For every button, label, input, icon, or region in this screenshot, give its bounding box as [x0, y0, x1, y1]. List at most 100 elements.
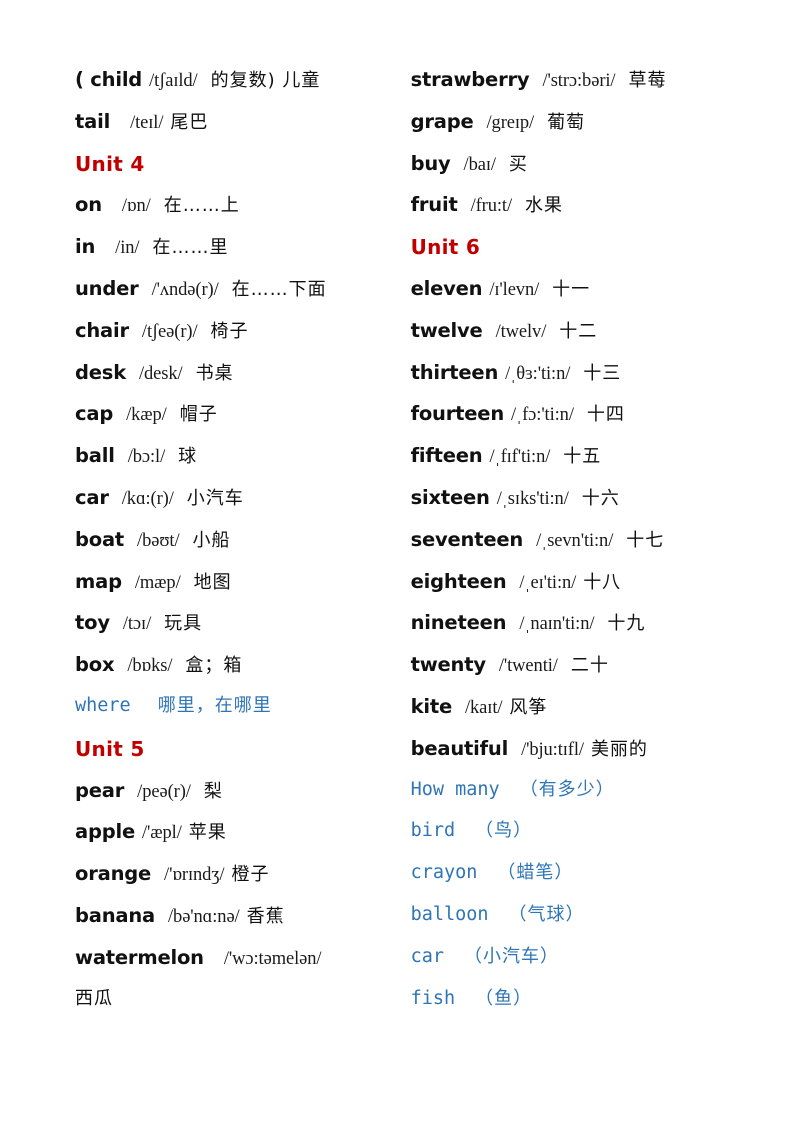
entry-chinese: 风筝 — [509, 696, 548, 718]
vocab-entry-strawberry: strawberry /'strɔ:bəri/草莓 — [411, 70, 750, 112]
entry-phonetic: /bɒks/ — [127, 656, 173, 677]
vocab-entry-car: car/kɑ:(r)/ 小汽车 — [75, 488, 396, 530]
vocab-entry-boat: boat/bəʊt/小船 — [75, 530, 396, 572]
entry-word: balloon — [410, 903, 489, 925]
entry-word: How many — [410, 778, 500, 800]
entry-phonetic: /teɪl/ — [130, 112, 164, 133]
right-column: strawberry/'strɔ:bəri/草莓 grape/greɪp/葡萄 … — [396, 70, 750, 1031]
entry-word: boat — [75, 527, 125, 551]
vocab-entry-buy: buy/baɪ/买 — [410, 151, 750, 196]
entry-chinese: 二十 — [570, 655, 609, 677]
entry-chinese: （鱼） — [475, 987, 533, 1009]
entry-chinese: 十六 — [581, 487, 620, 509]
entry-chinese: 十二 — [559, 320, 598, 342]
vocab-entry-bird: bird （鸟） — [411, 822, 750, 864]
entry-word: kite — [410, 694, 453, 718]
entry-word: cap — [75, 402, 114, 426]
vocab-entry-in: in/in/在……里 — [75, 237, 396, 279]
entry-chinese: （鸟） — [475, 820, 533, 842]
entry-chinese: 在……下面 — [231, 278, 327, 300]
vocab-entry-how-many: How many （有多少） — [410, 778, 750, 823]
vocabulary-page: ( child/tʃaɪld/的复数) 儿童 tail/teɪl/尾巴 Unit… — [0, 0, 800, 1132]
entry-phonetic: /tʃeə(r)/ — [141, 321, 198, 342]
vocab-entry-apple: apple /'æpl/苹果 — [75, 822, 396, 864]
vocab-entry-eleven: eleven/ɪ'levn/十一 — [411, 279, 750, 321]
entry-chinese: 美丽的 — [590, 738, 648, 760]
vocab-entry-on: on/ɒn/在……上 — [75, 195, 396, 237]
vocab-entry-car-blue: car （小汽车） — [410, 945, 750, 990]
vocab-entry-watermelon: watermelon /'wɔ:təmelən/ — [75, 947, 396, 990]
vocab-entry-fish: fish （鱼） — [410, 987, 750, 1032]
entry-phonetic: /bɔ:l/ — [127, 447, 166, 468]
entry-word: grape — [410, 109, 474, 133]
entry-phonetic: /tɔɪ/ — [122, 614, 152, 635]
vocab-entry-where: where 哪里，在哪里 — [75, 696, 396, 739]
entry-word: fish — [410, 987, 456, 1009]
entry-word: car — [75, 485, 109, 509]
entry-word: banana — [75, 903, 155, 927]
entry-phonetic: /in/ — [115, 238, 140, 259]
entry-chinese: 小船 — [192, 529, 231, 551]
entry-chinese: 苹果 — [188, 822, 227, 844]
entry-phonetic: /'æpl/ — [142, 823, 182, 844]
entry-word: car — [410, 945, 444, 967]
entry-chinese: 十七 — [626, 529, 665, 551]
entry-word: chair — [75, 318, 129, 342]
entry-word: tail — [75, 109, 111, 133]
entry-word: ( child — [75, 68, 143, 91]
vocab-entry-pear: pear/peə(r)/ 梨 — [75, 778, 396, 823]
entry-word: desk — [75, 360, 126, 384]
vocab-entry-twenty: twenty /'twenti/二十 — [411, 655, 750, 697]
entry-word: pear — [75, 778, 125, 802]
entry-word: orange — [75, 862, 152, 886]
entry-phonetic: /kɑ:(r)/ — [121, 488, 174, 509]
unit-heading-5: Unit 5 — [75, 736, 145, 761]
entry-word: thirteen — [410, 360, 499, 384]
entry-chinese: 十八 — [583, 571, 622, 593]
vocab-entry-children-continued: ( child/tʃaɪld/的复数) 儿童 — [75, 70, 396, 112]
vocab-entry-balloon: balloon （气球） — [410, 903, 750, 948]
entry-word: in — [75, 235, 96, 259]
vocab-entry-box: box/bɒks/盒；箱 — [75, 655, 396, 697]
entry-chinese: 的复数) 儿童 — [210, 70, 321, 91]
entry-chinese: 香蕉 — [246, 905, 285, 927]
entry-chinese: 在……里 — [152, 237, 229, 259]
entry-chinese: 尾巴 — [170, 111, 209, 133]
two-column-layout: ( child/tʃaɪld/的复数) 儿童 tail/teɪl/尾巴 Unit… — [50, 70, 750, 1092]
vocab-entry-kite: kite/kaɪt/风筝 — [411, 697, 750, 739]
entry-chinese: 在……上 — [163, 195, 240, 217]
vocab-entry-map: map/mæp/地图 — [75, 571, 396, 614]
entry-chinese: 十五 — [563, 446, 602, 468]
vocab-entry-fourteen: fourteen/ˌfɔ:'ti:n/十四 — [411, 404, 750, 446]
entry-phonetic: /bəʊt/ — [137, 530, 180, 551]
entry-word: sixteen — [410, 485, 490, 509]
entry-word: seventeen — [410, 527, 524, 551]
entry-word: on — [75, 193, 102, 217]
entry-phonetic: /ˌsevn'ti:n/ — [536, 530, 614, 551]
vocab-entry-banana: banana/bə'nɑ:nə/香蕉 — [75, 906, 396, 948]
entry-phonetic: /twelv/ — [495, 321, 547, 342]
entry-phonetic: /ˌeɪ'ti:n/ — [519, 572, 577, 593]
entry-chinese: 地图 — [193, 571, 232, 593]
vocab-entry-fruit: fruit/fru:t/水果 — [411, 195, 750, 237]
entry-word: buy — [410, 151, 451, 175]
entry-chinese: 梨 — [203, 780, 223, 802]
entry-word: twelve — [410, 318, 483, 342]
entry-chinese: （气球） — [508, 903, 585, 925]
vocab-entry-thirteen: thirteen/ˌθɜ:'ti:n/十三 — [410, 360, 750, 405]
entry-phonetic: /desk/ — [138, 363, 183, 384]
entry-phonetic: /'ʌndə(r)/ — [151, 279, 219, 300]
vocab-entry-fifteen: fifteen/ˌfɪf'ti:n/十五 — [411, 446, 750, 488]
entry-phonetic: /peə(r)/ — [137, 781, 191, 802]
entry-phonetic: /ɪ'levn/ — [489, 279, 540, 300]
entry-chinese: （蜡笔） — [497, 862, 574, 884]
entry-phonetic: /'bju:tɪfl/ — [521, 739, 584, 760]
entry-chinese: 葡萄 — [547, 111, 586, 133]
entry-word: eleven — [410, 276, 483, 300]
entry-chinese: 十四 — [586, 404, 625, 426]
entry-phonetic: /ɒn/ — [121, 196, 151, 217]
entry-chinese: 小汽车 — [186, 487, 244, 509]
entry-word: eighteen — [410, 569, 507, 593]
entry-word: toy — [75, 611, 110, 635]
entry-chinese: 西瓜 — [75, 987, 113, 1009]
